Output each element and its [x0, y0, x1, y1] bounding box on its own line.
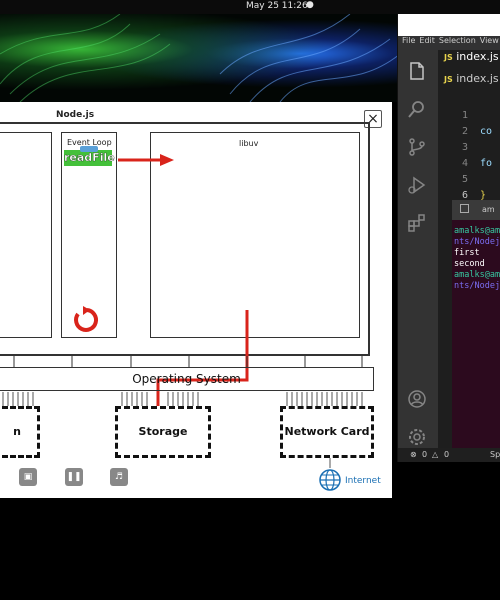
source-control-icon[interactable] — [406, 136, 428, 158]
activity-bar — [398, 50, 438, 448]
status-spaces[interactable]: Sp — [490, 450, 500, 459]
run-debug-icon[interactable] — [406, 174, 428, 196]
zoom-button[interactable]: ▣ — [19, 468, 37, 486]
device-label: Network Card — [284, 425, 370, 438]
nodejs-visualizer-window: Node.js × Event Loop readFile libuv Oper… — [0, 102, 392, 498]
vscode-menubar: File Edit Selection View — [398, 36, 500, 50]
speaker-icon: ♬ — [114, 472, 124, 482]
editor-area[interactable]: JS index.js JS index.js 1 2 co 3 4 fo 5 6} — [438, 50, 500, 201]
wallpaper-streaks — [0, 14, 400, 102]
js-file-icon: JS — [444, 75, 453, 84]
device-label: n — [13, 425, 21, 438]
system-top-bar: May 25 11:26 ● — [0, 0, 500, 14]
error-icon[interactable]: ⊗ — [410, 450, 417, 459]
device-partial: n — [0, 406, 40, 458]
terminal-line: second — [454, 259, 485, 269]
explorer-icon[interactable] — [406, 60, 428, 82]
pause-icon: ❚❚ — [66, 472, 82, 482]
tab-label: index.js — [456, 50, 499, 63]
warning-count[interactable]: 0 — [444, 450, 449, 459]
terminal-line: amalks@ama — [454, 226, 500, 236]
device-network-card: Network Card — [280, 406, 374, 458]
code-line[interactable]: 3 — [438, 142, 500, 158]
pause-button[interactable]: ❚❚ — [65, 468, 83, 486]
status-bar: ⊗ 0 △ 0 Sp — [398, 448, 500, 462]
editor-tab-index-js[interactable]: JS index.js — [438, 50, 500, 70]
zoom-icon: ▣ — [23, 472, 33, 482]
menu-view[interactable]: View — [480, 36, 499, 45]
menu-edit[interactable]: Edit — [419, 36, 435, 45]
arrowhead-readfile-to-libuv — [160, 154, 174, 166]
search-icon[interactable] — [406, 98, 428, 120]
code-line[interactable]: 1 — [438, 110, 500, 126]
warning-icon[interactable]: △ — [432, 450, 438, 459]
js-file-icon: JS — [444, 53, 453, 62]
terminal-line: first — [454, 248, 480, 258]
device-label: Storage — [138, 425, 188, 438]
terminal-line: nts/Nodejs — [454, 281, 500, 291]
device-storage: Storage — [115, 406, 211, 458]
arrow-libuv-to-storage — [156, 310, 249, 408]
breadcrumb[interactable]: JS index.js — [438, 72, 500, 86]
globe-icon — [319, 469, 341, 491]
account-icon[interactable] — [406, 388, 428, 410]
volume-button[interactable]: ♬ — [110, 468, 128, 486]
desktop-wallpaper — [0, 14, 400, 102]
operating-system-layer: Operating System — [0, 367, 374, 391]
code-line[interactable]: 2 co — [438, 126, 500, 142]
terminal-line: amalks@ama — [454, 270, 500, 280]
connector-ticks — [13, 356, 363, 367]
extensions-icon[interactable] — [406, 212, 428, 234]
code-line[interactable]: 5 — [438, 174, 500, 190]
menu-selection[interactable]: Selection — [439, 36, 476, 45]
menu-file[interactable]: File — [402, 36, 415, 45]
clock[interactable]: May 25 11:26 — [246, 1, 308, 11]
terminal-icon — [460, 204, 469, 213]
terminal-panel[interactable]: am amalks@ama nts/Nodejs first second am… — [452, 200, 500, 448]
terminal-tab[interactable]: am — [452, 200, 500, 220]
internet-label: Internet — [345, 476, 381, 486]
vscode-title-strip — [398, 14, 500, 36]
breadcrumb-file: index.js — [456, 72, 499, 85]
notification-icon[interactable]: ● — [306, 0, 314, 10]
terminal-line: nts/Nodejs — [454, 237, 500, 247]
terminal-tab-label: am — [482, 205, 495, 214]
desktop-background-bottom — [0, 498, 500, 600]
settings-gear-icon[interactable] — [406, 426, 428, 448]
device-connector-ticks — [2, 392, 363, 406]
os-label: Operating System — [132, 372, 241, 386]
error-count[interactable]: 0 — [422, 450, 427, 459]
vscode-window: File Edit Selection View JS index.js JS ind… — [397, 14, 500, 462]
code-line[interactable]: 4 fo — [438, 158, 500, 174]
